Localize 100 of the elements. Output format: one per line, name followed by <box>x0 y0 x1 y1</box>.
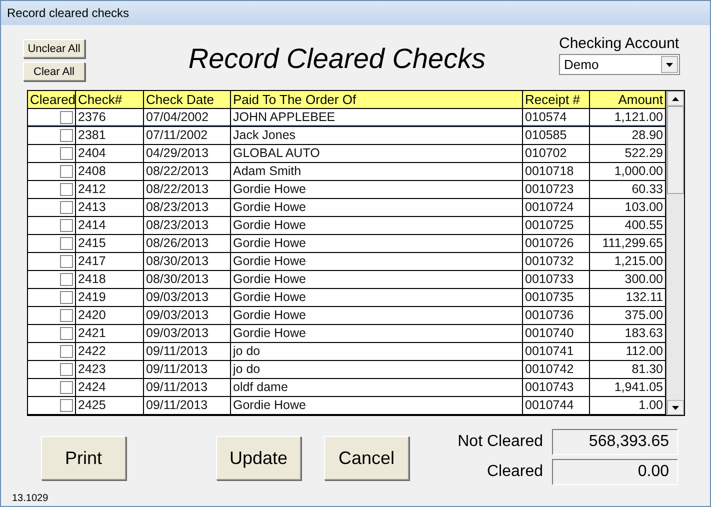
checkbox[interactable] <box>60 381 73 394</box>
table-cell: 2421 <box>76 325 144 343</box>
table-cell: Gordie Howe <box>231 217 523 235</box>
column-header: Check Date <box>144 91 231 109</box>
table-cell: 09/11/2013 <box>144 361 231 379</box>
table-cell: 0010726 <box>523 235 590 253</box>
table-cell: 09/11/2013 <box>144 379 231 397</box>
table-cell: Gordie Howe <box>231 397 523 415</box>
total-label: Cleared <box>486 463 543 481</box>
table-cell: GLOBAL AUTO <box>231 145 523 163</box>
table-cell: 08/30/2013 <box>144 271 231 289</box>
table-cell: 2381 <box>76 127 144 145</box>
total-field: 0.00 <box>552 459 678 485</box>
table-cell: Gordie Howe <box>231 325 523 343</box>
table-cell: 010702 <box>523 145 590 163</box>
table-cell: 0010742 <box>523 361 590 379</box>
table-cell: 2425 <box>76 397 144 415</box>
table-cell: 2412 <box>76 181 144 199</box>
table-cell: 010585 <box>523 127 590 145</box>
table-cell: Gordie Howe <box>231 235 523 253</box>
table-cell: 09/11/2013 <box>144 343 231 361</box>
checkbox[interactable] <box>60 363 73 376</box>
checkbox[interactable] <box>60 165 73 178</box>
table-cell: jo do <box>231 361 523 379</box>
table-cell: 2413 <box>76 199 144 217</box>
checkbox[interactable] <box>60 237 73 250</box>
table-cell: 0010718 <box>523 163 590 181</box>
table-cell: 2420 <box>76 307 144 325</box>
table-cell: 2415 <box>76 235 144 253</box>
table-cell: oldf dame <box>231 379 523 397</box>
checkbox[interactable] <box>60 309 73 322</box>
table-cell: Gordie Howe <box>231 253 523 271</box>
table-cell: 2417 <box>76 253 144 271</box>
table-cell: 0010740 <box>523 325 590 343</box>
window-title: Record cleared checks <box>7 6 130 20</box>
checkbox[interactable] <box>60 399 73 412</box>
table-cell: 0010723 <box>523 181 590 199</box>
table-cell: 07/11/2002 <box>144 127 231 145</box>
table-cell: 09/03/2013 <box>144 307 231 325</box>
checkbox[interactable] <box>60 327 73 340</box>
checkbox[interactable] <box>60 183 73 196</box>
checkbox[interactable] <box>60 219 73 232</box>
table-cell: Gordie Howe <box>231 199 523 217</box>
table-cell: 0010735 <box>523 289 590 307</box>
checkbox[interactable] <box>60 345 73 358</box>
table-cell: jo do <box>231 343 523 361</box>
scroll-up-icon[interactable] <box>667 91 684 106</box>
table-cell: 0010736 <box>523 307 590 325</box>
update-button[interactable]: Update <box>216 436 301 480</box>
table-cell: 2408 <box>76 163 144 181</box>
table-cell: Adam Smith <box>231 163 523 181</box>
checkbox[interactable] <box>60 111 73 124</box>
table-cell: 09/11/2013 <box>144 397 231 415</box>
toolbar-button[interactable]: Clear All <box>23 62 85 81</box>
table-cell: JOHN APPLEBEE <box>231 109 523 127</box>
table-cell: Gordie Howe <box>231 271 523 289</box>
table-cell: 2404 <box>76 145 144 163</box>
column-header: Check# <box>76 91 144 109</box>
column-header: Paid To The Order Of <box>231 91 523 109</box>
table-cell: 09/03/2013 <box>144 325 231 343</box>
table-cell: Gordie Howe <box>231 307 523 325</box>
checkbox[interactable] <box>60 273 73 286</box>
account-label: Checking Account <box>559 35 680 52</box>
total-label: Not Cleared <box>458 433 543 451</box>
table-cell: Jack Jones <box>231 127 523 145</box>
table-cell: 08/23/2013 <box>144 199 231 217</box>
table-cell: 2414 <box>76 217 144 235</box>
table-cell: 0010733 <box>523 271 590 289</box>
column-header: Receipt # <box>523 91 590 109</box>
table-cell: 08/26/2013 <box>144 235 231 253</box>
table-cell: 2424 <box>76 379 144 397</box>
checkbox[interactable] <box>60 255 73 268</box>
table-cell: Gordie Howe <box>231 289 523 307</box>
scroll-down-icon[interactable] <box>667 400 684 415</box>
table-cell: 0010741 <box>523 343 590 361</box>
print-button[interactable]: Print <box>41 436 126 480</box>
checkbox[interactable] <box>60 201 73 214</box>
table-cell: 04/29/2013 <box>144 145 231 163</box>
cancel-button[interactable]: Cancel <box>324 436 409 480</box>
table-cell: 2376 <box>76 109 144 127</box>
checkbox[interactable] <box>60 129 73 142</box>
table-cell: 08/22/2013 <box>144 181 231 199</box>
checkbox[interactable] <box>60 291 73 304</box>
table-cell: 08/30/2013 <box>144 253 231 271</box>
checkbox[interactable] <box>60 147 73 160</box>
column-header: Amount <box>590 91 666 109</box>
scrollbar[interactable] <box>666 91 684 415</box>
table-cell: 2422 <box>76 343 144 361</box>
table-cell: 0010743 <box>523 379 590 397</box>
table-cell: Gordie Howe <box>231 181 523 199</box>
table-cell: 08/22/2013 <box>144 163 231 181</box>
version-label: 13.1029 <box>12 493 50 504</box>
table-cell: 08/23/2013 <box>144 217 231 235</box>
total-field: 568,393.65 <box>552 429 678 455</box>
table-cell: 0010725 <box>523 217 590 235</box>
table-cell: 07/04/2002 <box>144 109 231 127</box>
account-dropdown[interactable]: Demo <box>559 54 680 75</box>
column-header: Cleared <box>28 91 76 109</box>
toolbar-button[interactable]: Unclear All <box>23 39 85 58</box>
table-cell: 2423 <box>76 361 144 379</box>
